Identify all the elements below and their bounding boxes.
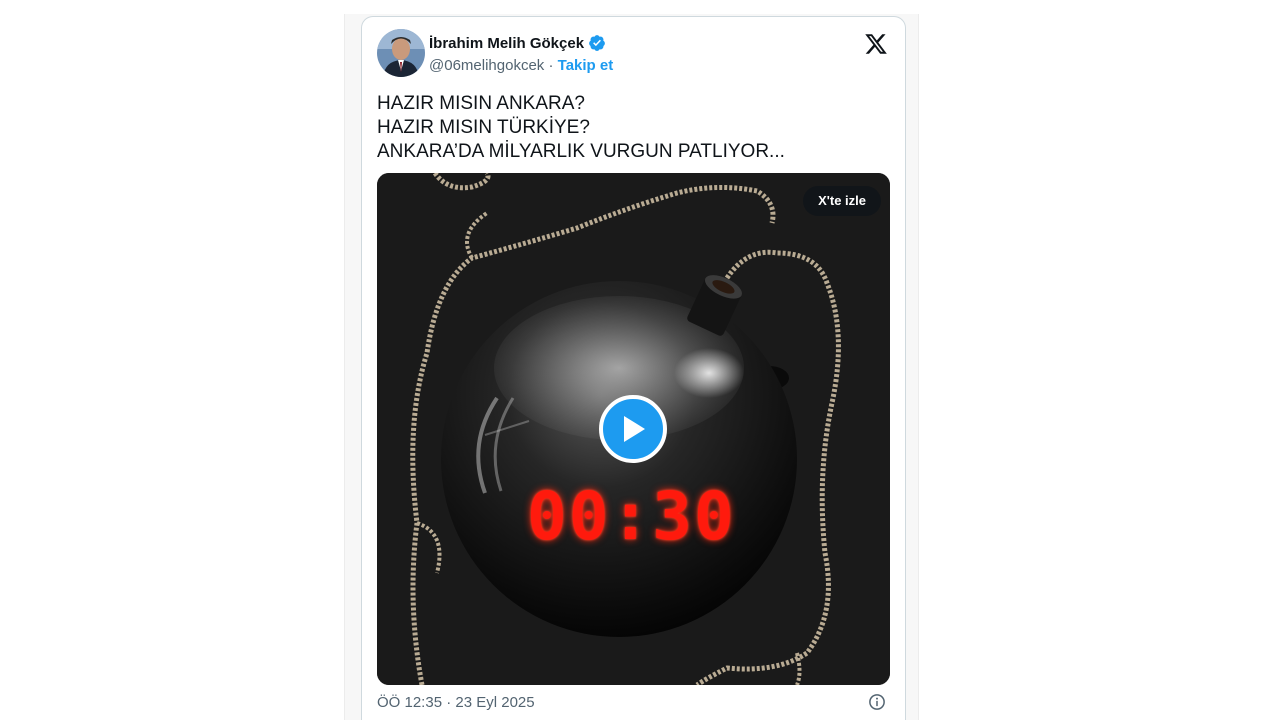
play-button[interactable] [599, 395, 667, 463]
tweet-timestamp[interactable]: ÖÖ 12:35 · 23 Eyl 2025 [377, 694, 535, 711]
tweet-card: İbrahim Melih Gökçek @06melihgokcek · Ta… [361, 16, 906, 720]
page: İbrahim Melih Gökçek @06melihgokcek · Ta… [0, 0, 1280, 720]
video-media[interactable]: X'te izle 00:30 [377, 173, 890, 685]
author-name-row: İbrahim Melih Gökçek [429, 34, 606, 52]
author-handle[interactable]: @06melihgokcek [429, 57, 544, 74]
handle-separator: · [544, 57, 558, 74]
tweet-line-3: ANKARA’DA MİLYARLIK VURGUN PATLIYOR... [377, 141, 785, 162]
info-icon[interactable] [868, 693, 886, 711]
verified-badge-icon [588, 34, 606, 52]
watch-on-x-button[interactable]: X'te izle [803, 186, 881, 216]
x-logo-icon[interactable] [864, 32, 888, 56]
follow-button[interactable]: Takip et [558, 57, 614, 74]
avatar[interactable] [377, 29, 425, 77]
tweet-line-1: HAZIR MISIN ANKARA? [377, 93, 585, 114]
countdown-timer: 00:30 [527, 478, 736, 555]
handle-row: @06melihgokcek · Takip et [429, 57, 613, 74]
play-icon [624, 416, 645, 442]
tweet-text: HAZIR MISIN ANKARA? HAZIR MISIN TÜRKİYE?… [377, 92, 785, 164]
tweet-line-2: HAZIR MISIN TÜRKİYE? [377, 117, 590, 138]
author-name[interactable]: İbrahim Melih Gökçek [429, 35, 584, 52]
